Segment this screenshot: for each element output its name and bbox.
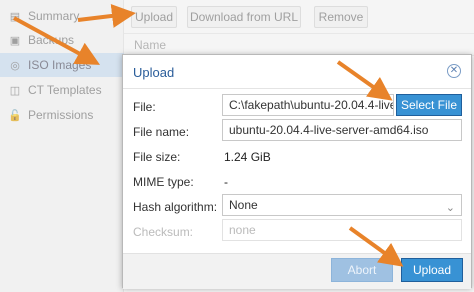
dialog-header: Upload ✕ <box>123 55 471 89</box>
chevron-down-icon[interactable]: ⌄ <box>446 198 455 215</box>
checksum-label: Checksum: <box>133 225 194 239</box>
dialog-title: Upload <box>133 65 175 80</box>
dialog-footer: Abort Upload <box>123 253 471 289</box>
upload-button[interactable]: Upload <box>401 258 463 282</box>
file-size-value: 1.24 GiB <box>224 150 271 164</box>
select-file-button[interactable]: Select File <box>396 94 462 116</box>
file-path-field[interactable]: C:\fakepath\ubuntu-20.04.4-live- <box>222 94 394 116</box>
mime-type-value: - <box>224 175 228 189</box>
abort-button[interactable]: Abort <box>331 258 393 282</box>
hash-algorithm-value: None <box>229 198 258 212</box>
hash-algorithm-select[interactable]: None ⌄ <box>222 194 462 216</box>
upload-dialog: Upload ✕ File: C:\fakepath\ubuntu-20.04.… <box>122 54 472 289</box>
mime-type-label: MIME type: <box>133 175 194 189</box>
close-icon[interactable]: ✕ <box>447 64 461 78</box>
file-label: File: <box>133 100 156 114</box>
hash-algorithm-label: Hash algorithm: <box>133 200 218 214</box>
file-name-label: File name: <box>133 125 190 139</box>
file-name-input[interactable]: ubuntu-20.04.4-live-server-amd64.iso <box>222 119 462 141</box>
file-size-label: File size: <box>133 150 181 164</box>
checksum-input[interactable]: none <box>222 219 462 241</box>
